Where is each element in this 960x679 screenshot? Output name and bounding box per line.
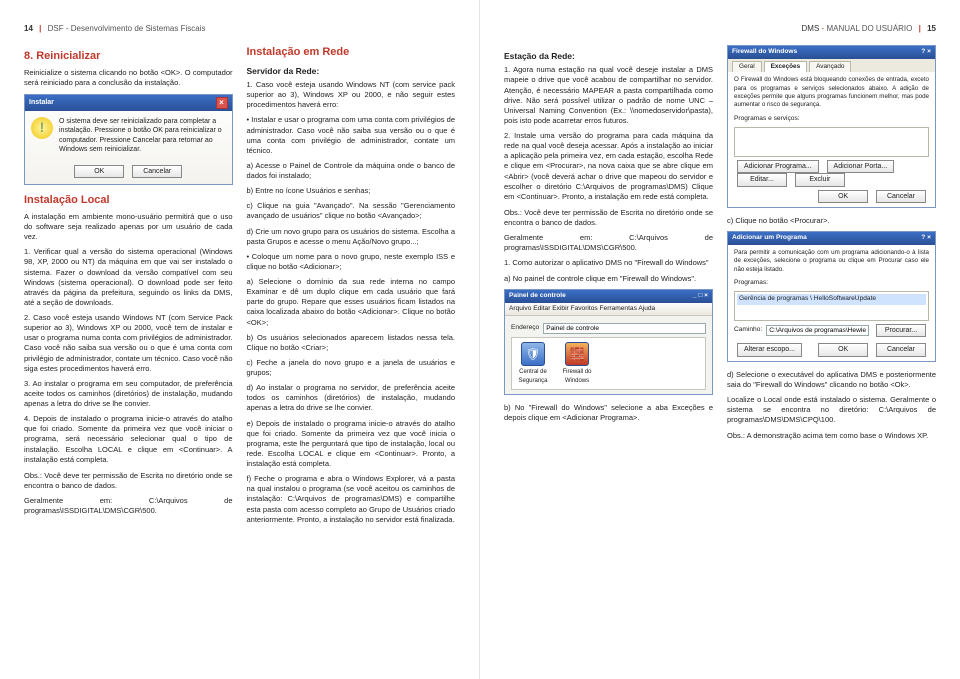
- est-loc: Localize o Local onde está instalado o s…: [727, 395, 936, 425]
- page-number-right: 15: [927, 24, 936, 33]
- menu-bar[interactable]: Arquivo Editar Exibir Favoritos Ferramen…: [505, 303, 712, 317]
- fw-list-label: Programas e serviços:: [734, 115, 929, 124]
- rede-a2: a) Selecione o domínio da sua rede inter…: [247, 277, 456, 328]
- add-listbox[interactable]: Gerência de programas \ HelloSoftwareUpd…: [734, 291, 929, 321]
- cancel-button[interactable]: Cancelar: [132, 165, 182, 178]
- section-8-title: 8. Reinicializar: [24, 49, 233, 64]
- est-p2: 2. Instale uma versão do programa para c…: [504, 131, 713, 202]
- ok-button[interactable]: OK: [74, 165, 124, 178]
- rede-b: b) Entre no ícone Usuários e senhas;: [247, 186, 456, 196]
- rede-f: f) Feche o programa e abra o Windows Exp…: [247, 474, 456, 525]
- right-columns: Estação da Rede: 1. Agora numa estação n…: [504, 45, 936, 658]
- left-columns: 8. Reinicializar Reinicialize o sistema …: [24, 45, 455, 658]
- estacao-subtitle: Estação da Rede:: [504, 51, 713, 62]
- s8-text: Reinicialize o sistema clicando no botão…: [24, 68, 233, 88]
- page-left: 14 | DSF - Desenvolvimento de Sistemas F…: [0, 0, 480, 679]
- icon-firewall[interactable]: 🧱 Firewall do Windows: [560, 342, 594, 384]
- fw-instr: O Firewall do Windows está bloqueando co…: [734, 76, 929, 109]
- est-d: d) Selecione o executável do aplicativa …: [727, 370, 936, 390]
- ok-button[interactable]: OK: [818, 343, 868, 356]
- rede-d2: d) Ao instalar o programa no servidor, d…: [247, 383, 456, 413]
- address-input[interactable]: [543, 323, 706, 334]
- rede-a: a) Acesse o Painel de Controle da máquin…: [247, 161, 456, 181]
- warning-icon: !: [31, 117, 53, 139]
- est-obs1: Obs.: Você deve ter permissão de Escrita…: [504, 208, 713, 228]
- sep-icon: |: [35, 24, 45, 33]
- page-number-left: 14: [24, 24, 33, 33]
- local-p2: 1. Verificar qual a versão do sistema op…: [24, 247, 233, 308]
- path-label: Caminho:: [734, 326, 762, 335]
- est-b: b) No "Firewall do Windows" selecione a …: [504, 403, 713, 423]
- sep-icon: |: [915, 24, 925, 33]
- section-rede-title: Instalação em Rede: [247, 45, 456, 60]
- local-p5: 4. Depois de instalado o programa inicie…: [24, 414, 233, 465]
- close-icon[interactable]: ×: [216, 97, 228, 109]
- section-local-title: Instalação Local: [24, 193, 233, 208]
- icon-security-center[interactable]: 🛡 Central de Segurança: [516, 342, 550, 384]
- rede-e: e) Depois de instalado o programa inicie…: [247, 419, 456, 470]
- ok-button[interactable]: OK: [818, 190, 868, 203]
- edit-button[interactable]: Editar...: [737, 173, 787, 186]
- rede-c2: c) Feche a janela do novo grupo e a jane…: [247, 358, 456, 378]
- header-left: 14 | DSF - Desenvolvimento de Sistemas F…: [24, 24, 455, 35]
- servidor-subtitle: Servidor da Rede:: [247, 66, 456, 77]
- browse-button[interactable]: Procurar...: [876, 324, 926, 337]
- scope-button[interactable]: Alterar escopo...: [737, 343, 802, 356]
- rede-p1: 1. Caso você esteja usando Windows NT (c…: [247, 80, 456, 110]
- rede-d: d) Crie um novo grupo para os usuários d…: [247, 227, 456, 247]
- cancel-button[interactable]: Cancelar: [876, 343, 926, 356]
- cancel-button[interactable]: Cancelar: [876, 190, 926, 203]
- est-p3: 1. Como autorizar o aplicativo DMS no "F…: [504, 258, 713, 268]
- panel-firewall: Firewall do Windows ? × Geral Exceções A…: [727, 45, 936, 208]
- shield-icon: 🛡: [521, 342, 545, 366]
- local-obs1: Obs.: Você deve ter permissão de Escrita…: [24, 471, 233, 491]
- window-controls[interactable]: ? ×: [921, 234, 931, 243]
- path-input[interactable]: [766, 325, 869, 336]
- dialog-instalar: Instalar × ! O sistema deve ser reinicia…: [24, 94, 233, 185]
- panel-control: Painel de controle _ □ × Arquivo Editar …: [504, 289, 713, 395]
- local-p4: 3. Ao instalar o programa em seu computa…: [24, 379, 233, 409]
- add-program-button[interactable]: Adicionar Programa...: [737, 160, 819, 173]
- rede-bul2: • Coloque um nome para o novo grupo, nes…: [247, 252, 456, 272]
- local-obs2: Geralmente em: C:\Arquivos de programas\…: [24, 496, 233, 516]
- est-p1: 1. Agora numa estação na qual você desej…: [504, 65, 713, 126]
- add-port-button[interactable]: Adicionar Porta...: [827, 160, 895, 173]
- est-obs3: Obs.: A demonstração acima tem como base…: [727, 431, 936, 441]
- dialog-message: O sistema deve ser reinicializado para c…: [59, 117, 226, 155]
- window-controls[interactable]: ? ×: [921, 48, 931, 57]
- panel-title: Painel de controle: [509, 292, 566, 301]
- page-right: DMS - MANUAL DO USUÁRIO | 15 Estação da …: [480, 0, 960, 679]
- local-p3: 2. Caso você esteja usando Windows NT (c…: [24, 313, 233, 374]
- rede-c: c) Clique na guia "Avançado". Na sessão …: [247, 201, 456, 221]
- doc-title-left: DSF - Desenvolvimento de Sistemas Fiscai…: [48, 24, 206, 33]
- dialog-title: Instalar: [29, 98, 54, 107]
- est-c: c) Clique no botão <Procurar>.: [727, 216, 936, 226]
- address-label: Endereço: [511, 324, 539, 333]
- panel-title: Firewall do Windows: [732, 48, 797, 57]
- tab-avancado[interactable]: Avançado: [809, 61, 851, 73]
- add-instr: Para permitir a comunicação com um progr…: [734, 249, 929, 274]
- brand-dms: DMS: [802, 24, 820, 33]
- panel-title: Adicionar um Programa: [732, 234, 807, 243]
- window-controls[interactable]: _ □ ×: [693, 292, 708, 301]
- est-a: a) No painel de controle clique em "Fire…: [504, 274, 713, 284]
- add-list-label: Programas:: [734, 279, 929, 288]
- doc-title-right: MANUAL DO USUÁRIO: [826, 24, 912, 33]
- list-item[interactable]: Gerência de programas \ HelloSoftwareUpd…: [737, 294, 926, 305]
- firewall-icon: 🧱: [565, 342, 589, 366]
- delete-button[interactable]: Excluir: [795, 173, 845, 186]
- fw-listbox[interactable]: [734, 127, 929, 157]
- panel-add-program: Adicionar um Programa ? × Para permitir …: [727, 231, 936, 362]
- est-obs2: Geralmente em: C:\Arquivos de programas\…: [504, 233, 713, 253]
- header-right: DMS - MANUAL DO USUÁRIO | 15: [504, 24, 936, 35]
- tab-geral[interactable]: Geral: [732, 61, 762, 73]
- tab-excecoes[interactable]: Exceções: [764, 61, 808, 73]
- rede-b2: b) Os usuários selecionados aparecem lis…: [247, 333, 456, 353]
- local-p1: A instalação em ambiente mono-usuário pe…: [24, 212, 233, 242]
- rede-b1: • Instalar e usar o programa com uma con…: [247, 115, 456, 156]
